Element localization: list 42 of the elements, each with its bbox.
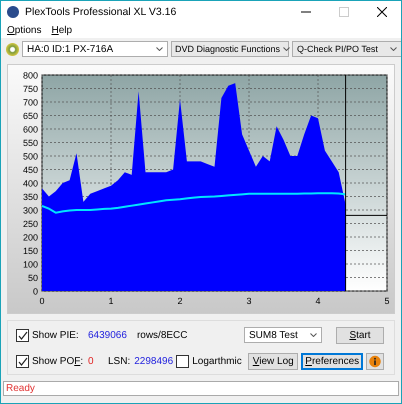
pof-count: 0 [88,356,95,366]
drive-dropdown[interactable]: HA:0 ID:1 PX-716A [22,41,168,57]
start-button[interactable]: Start [336,326,384,344]
window-title: PlexTools Professional XL V3.16 [25,6,176,18]
axis-label: 0 [32,286,38,296]
axis-label: 500 [22,152,38,162]
axis-label: 400 [22,178,38,188]
preferences-button[interactable]: Preferences [301,352,364,370]
axis-label: 50 [28,273,38,283]
axis-label: 5 [384,296,390,306]
checkbox-label: Show POF: [32,356,84,366]
axis-label: 650 [22,111,38,121]
menu-item[interactable]: Help [51,24,72,36]
test-mode-dropdown[interactable]: SUM8 Test [244,327,322,343]
lsn-value: 2298496 [134,356,174,366]
axis-label: 750 [22,84,38,94]
checkbox-label: Logarthmic [192,356,243,366]
axis-label: 1 [108,296,114,306]
view-log-button[interactable]: View Log [248,352,298,370]
axis-label: 350 [22,192,38,202]
lsn-label: LSN: [108,356,130,366]
axis-label: 450 [22,165,38,175]
axis-label: 3 [246,296,252,306]
axis-label: 600 [22,124,38,134]
axis-label: 250 [22,219,38,229]
axis-label: 800 [22,70,38,80]
axis-label: 2 [178,296,182,306]
status-bar: Ready [3,381,399,396]
pie-count: 6439066 [88,330,127,340]
function-dropdown[interactable]: DVD Diagnostic Functions [171,41,289,57]
menu-item[interactable]: Options [7,24,42,36]
axis-label: 550 [22,138,38,148]
axis-label: 4 [316,296,320,306]
axis-label: 300 [22,206,38,216]
axis-label: 0 [40,296,44,306]
axis-label: 700 [22,98,38,108]
unit-label: rows/8ECC [136,330,188,340]
axis-label: 100 [22,260,38,270]
axis-label: 200 [22,232,38,242]
checkbox-label: Show PIE: [32,330,80,340]
axis-label: 150 [22,246,38,256]
test-dropdown[interactable]: Q-Check PI/PO Test [292,41,401,57]
